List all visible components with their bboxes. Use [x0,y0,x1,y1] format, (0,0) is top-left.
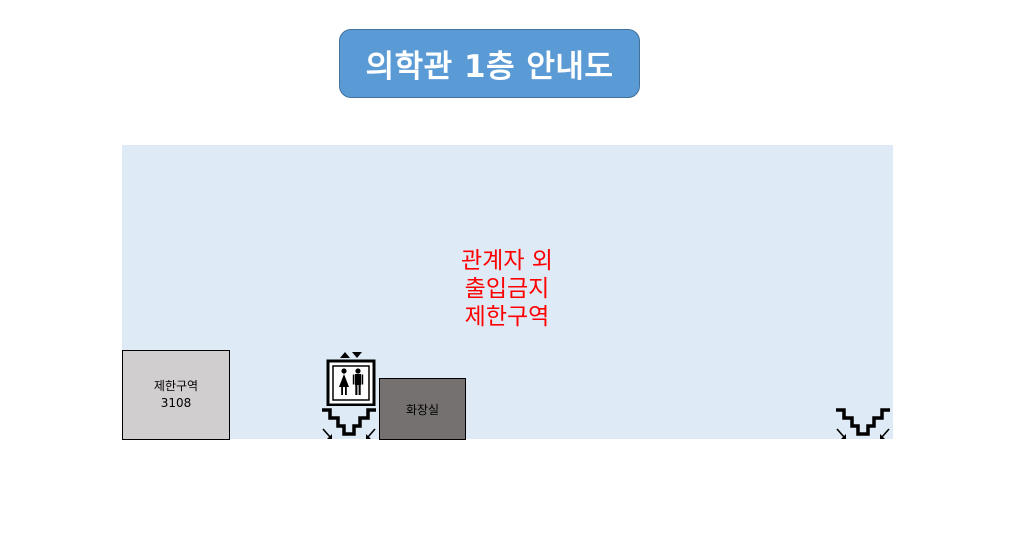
notice-line-3: 제한구역 [464,304,550,330]
notice-line-1: 관계자 외 [461,248,553,274]
floor-guide-title: 의학관 1층 안내도 [339,29,640,98]
room-restroom-label: 화장실 [405,402,440,417]
stairs-icon [320,407,378,441]
stairs-icon [834,407,892,441]
notice-line-2: 출입금지 [464,276,550,302]
restricted-notice: 관계자 외 출입금지 제한구역 [407,247,607,331]
room-restricted-3108: 제한구역 3108 [122,350,230,440]
room-restricted-number: 3108 [160,396,192,410]
room-restroom: 화장실 [379,378,466,440]
elevator-icon [326,349,376,407]
room-restricted-label: 제한구역 [153,379,199,393]
